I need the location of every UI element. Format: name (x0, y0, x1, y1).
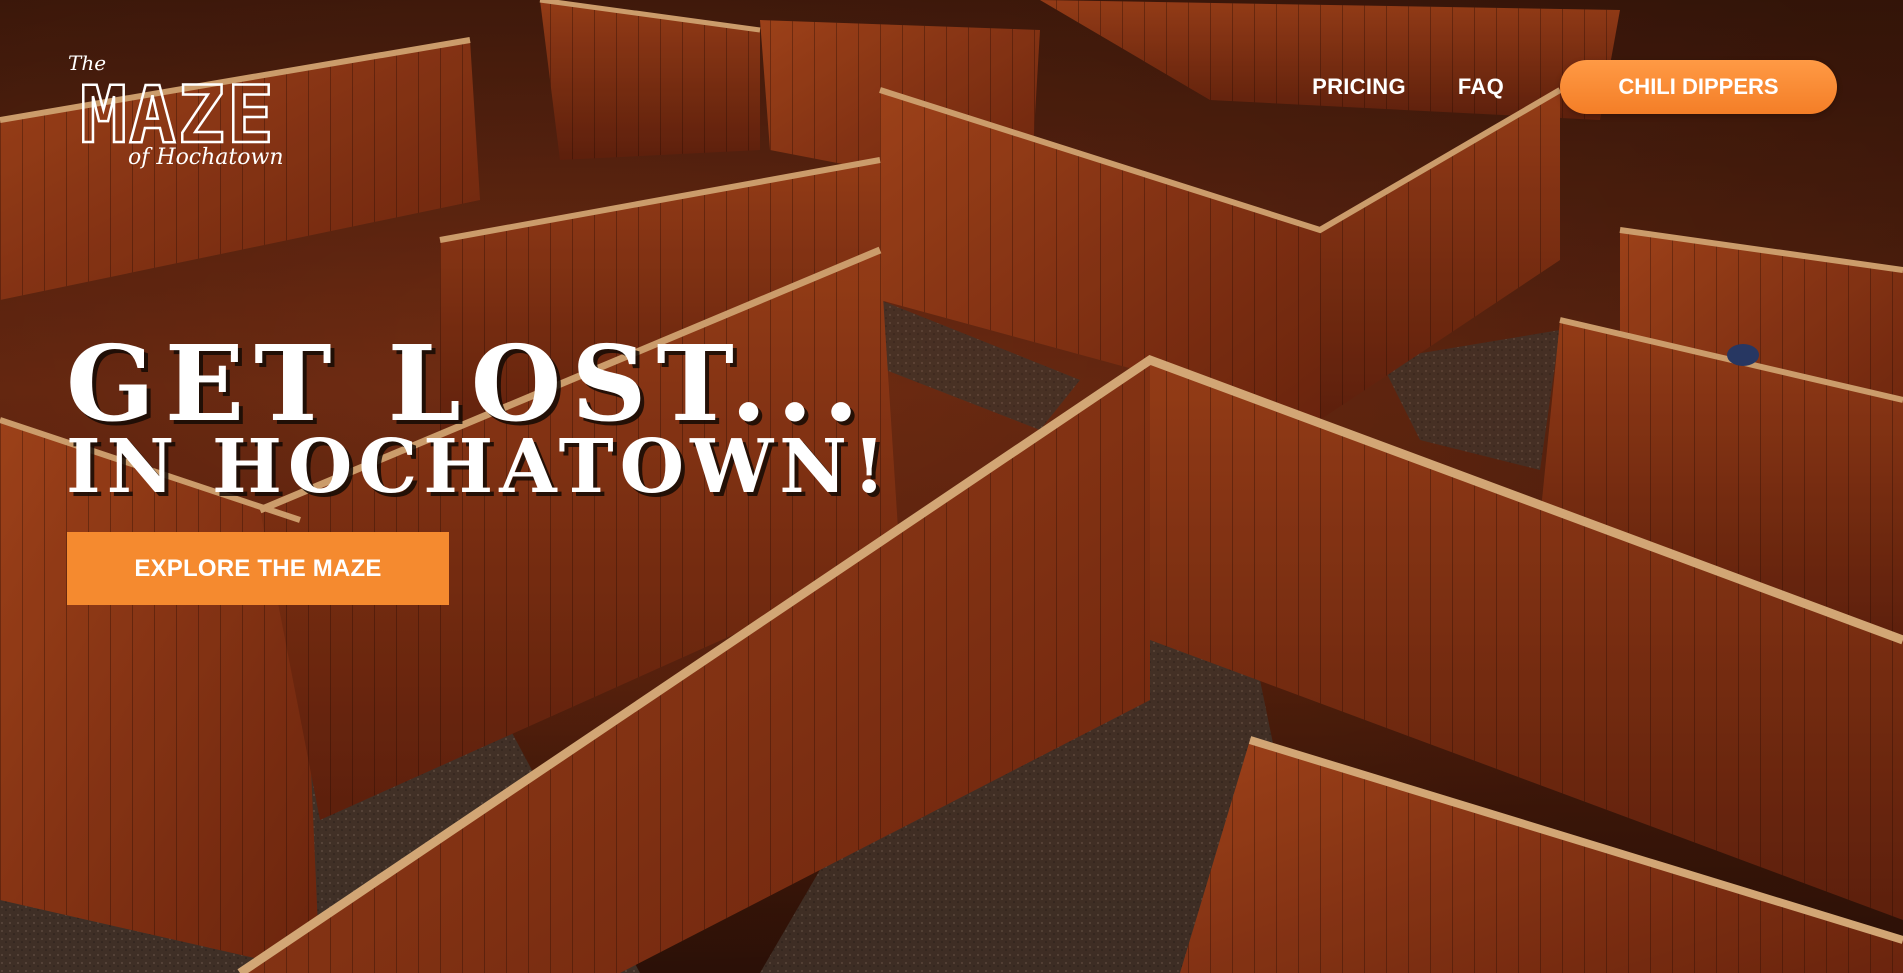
nav-faq-link[interactable]: FAQ (1458, 74, 1504, 100)
headline-line-1: GET LOST... (66, 322, 870, 445)
main-nav: PRICING FAQ CHILI DIPPERS (1312, 60, 1837, 114)
hero-section: The MAZE of Hochatown PRICING FAQ CHILI … (0, 0, 1903, 973)
nav-pricing-link[interactable]: PRICING (1312, 74, 1406, 100)
chili-dippers-button[interactable]: CHILI DIPPERS (1560, 60, 1837, 114)
headline-line-2: IN HOCHATOWN! (66, 424, 892, 510)
logo-hochatown-text: of Hochatown (128, 145, 284, 170)
explore-the-maze-button[interactable]: EXPLORE THE MAZE (67, 532, 449, 605)
maze-logo-icon[interactable]: The MAZE of Hochatown (66, 46, 306, 170)
hero-headline: GET LOST... IN HOCHATOWN! (66, 322, 892, 510)
